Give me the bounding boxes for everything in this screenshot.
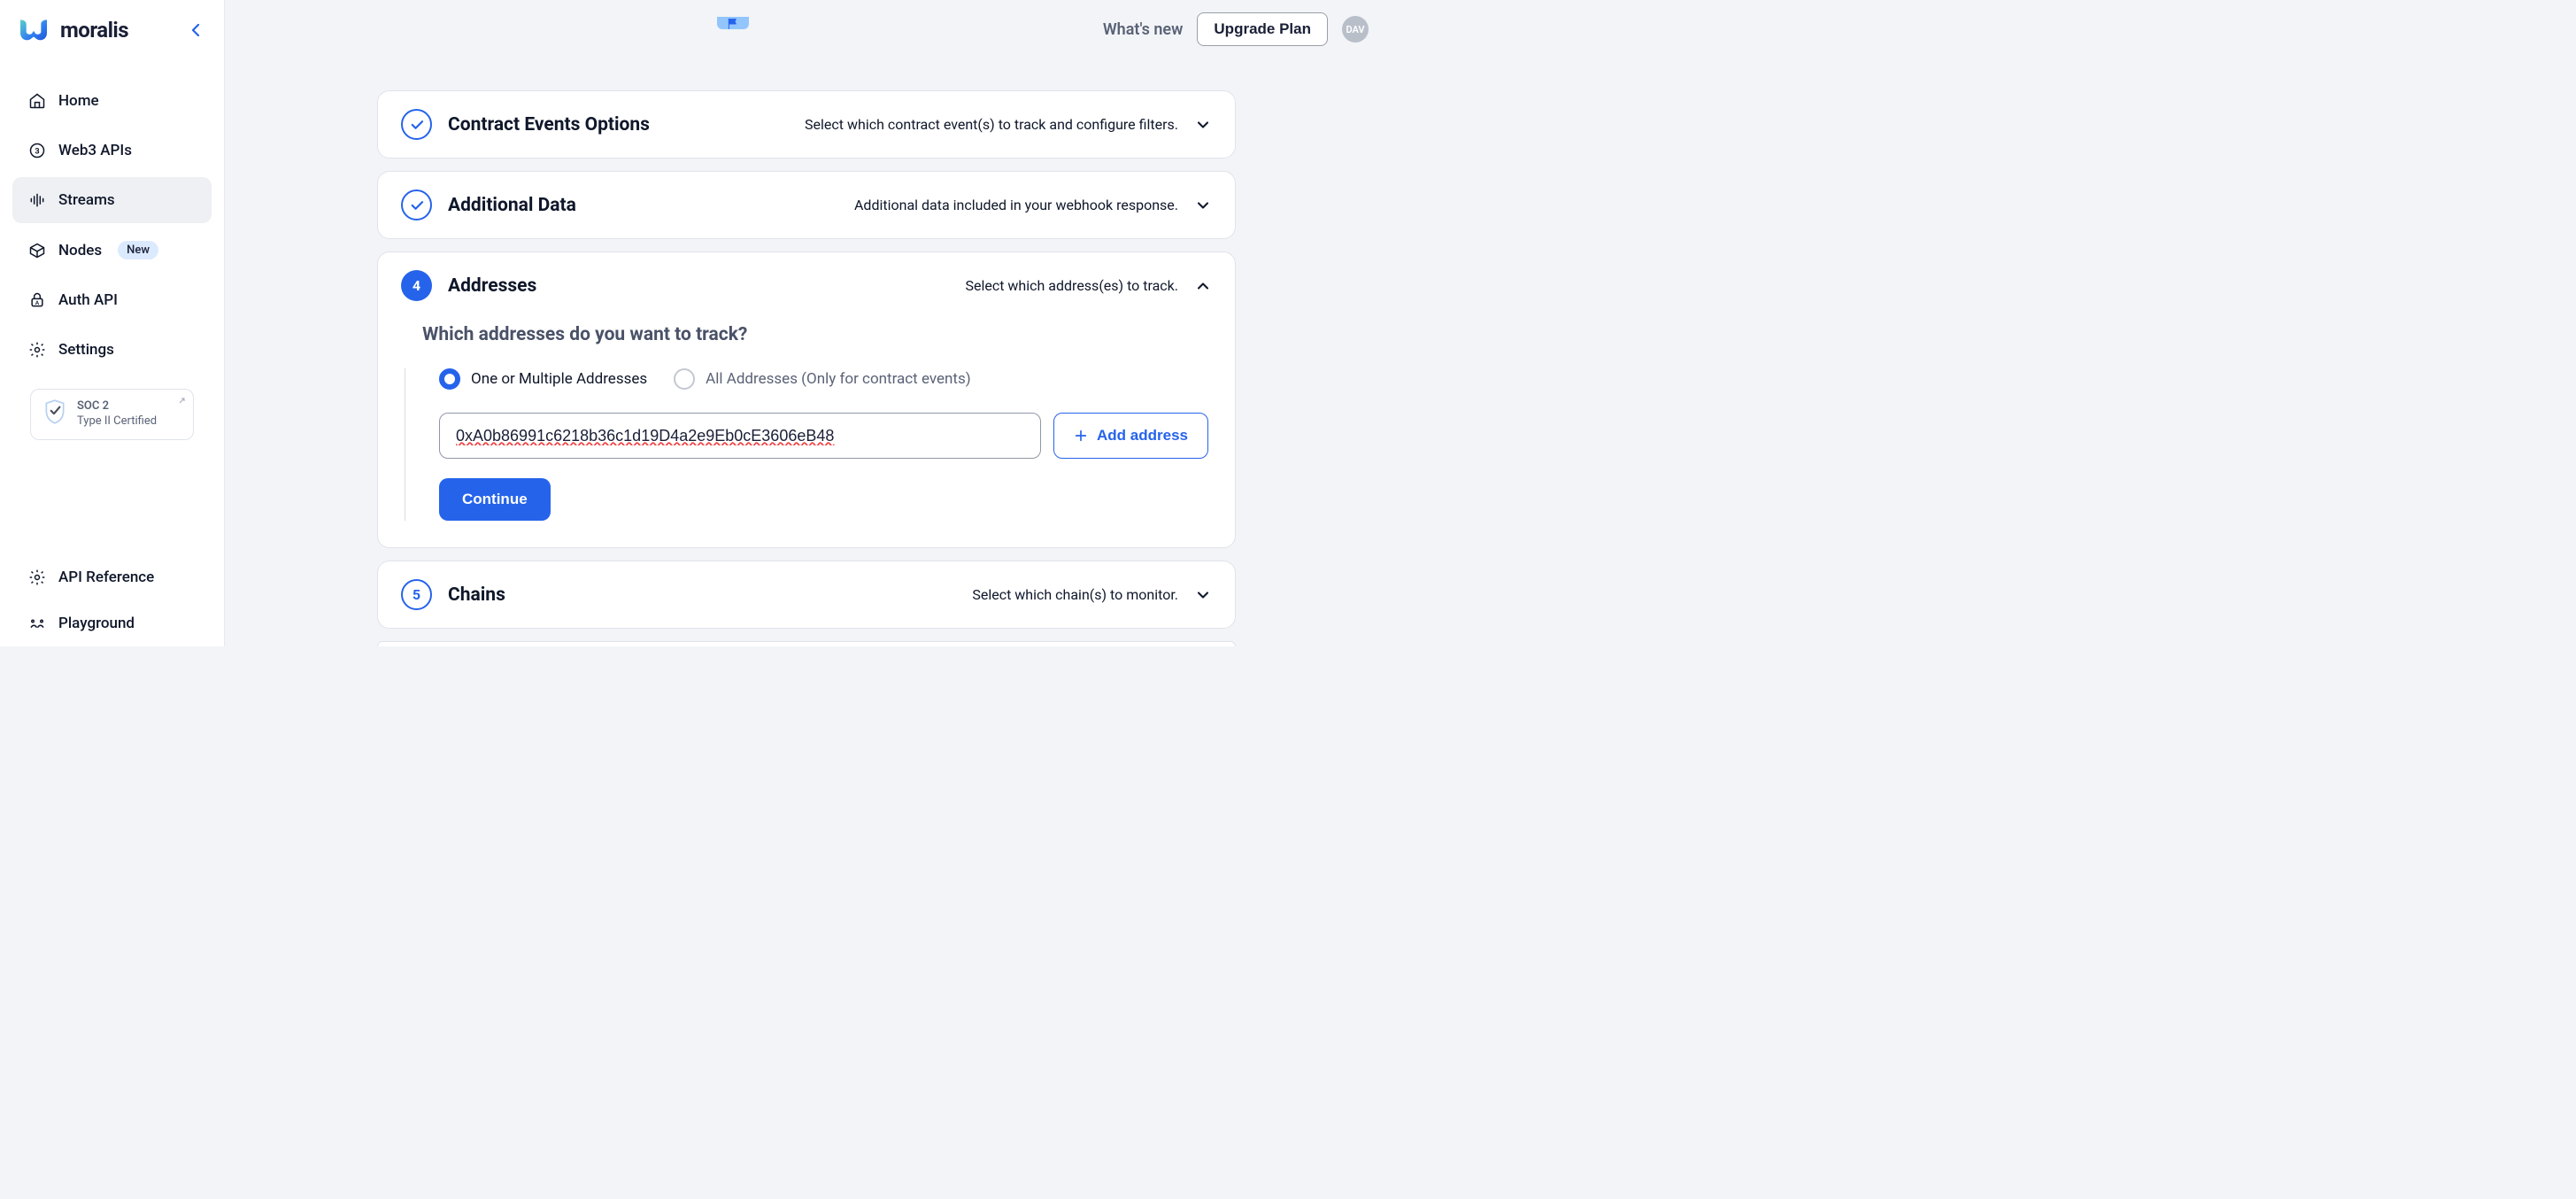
sidebar-item-label: API Reference bbox=[58, 569, 154, 586]
card-title: Contract Events Options bbox=[448, 114, 650, 135]
card-title: Additional Data bbox=[448, 195, 576, 216]
cert-line1: SOC 2 bbox=[77, 399, 157, 414]
continue-button[interactable]: Continue bbox=[439, 478, 551, 521]
chevron-left-icon bbox=[190, 24, 201, 36]
flag-chip[interactable] bbox=[717, 17, 749, 29]
card-hint: Select which chain(s) to monitor. bbox=[972, 586, 1178, 603]
step-number: 5 bbox=[401, 579, 432, 610]
cert-text: SOC 2 Type II Certified bbox=[77, 399, 157, 429]
api-reference-icon bbox=[28, 569, 46, 586]
main: What's new Upgrade Plan DAV Contract Eve… bbox=[225, 0, 1388, 646]
card-header[interactable]: 4 Addresses Select which address(es) to … bbox=[378, 252, 1235, 319]
cert-line2: Type II Certified bbox=[77, 414, 157, 429]
flag-icon bbox=[726, 17, 740, 31]
logo-row: moralis bbox=[0, 16, 224, 66]
sidebar-item-label: Home bbox=[58, 92, 99, 110]
sidebar-item-settings[interactable]: Settings bbox=[12, 327, 212, 373]
addresses-prompt: Which addresses do you want to track? bbox=[422, 324, 1208, 345]
gear-icon bbox=[28, 341, 46, 359]
radio-label: One or Multiple Addresses bbox=[471, 370, 647, 388]
radio-all-addresses[interactable] bbox=[674, 368, 695, 390]
step-done-icon bbox=[401, 109, 432, 140]
card-title: Addresses bbox=[448, 275, 536, 297]
card-hint: Additional data included in your webhook… bbox=[854, 197, 1178, 213]
card-hint: Select which address(es) to track. bbox=[965, 277, 1178, 294]
step-done-icon bbox=[401, 190, 432, 220]
topbar: What's new Upgrade Plan DAV bbox=[225, 0, 1388, 55]
card-header[interactable]: Contract Events Options Select which con… bbox=[378, 91, 1235, 158]
address-input[interactable] bbox=[439, 413, 1041, 459]
card-hint: Select which contract event(s) to track … bbox=[805, 116, 1178, 133]
logo-text: moralis bbox=[60, 18, 128, 43]
check-icon bbox=[409, 197, 425, 213]
whats-new-link[interactable]: What's new bbox=[1103, 20, 1184, 39]
sidebar-bottom-nav: API Reference Playground bbox=[0, 554, 224, 646]
sidebar-item-label: Playground bbox=[58, 615, 135, 632]
nodes-icon bbox=[28, 242, 46, 259]
sidebar-item-nodes[interactable]: Nodes New bbox=[12, 227, 212, 274]
card-title: Chains bbox=[448, 584, 505, 606]
sidebar: moralis Home 3 Web3 APIs Streams bbox=[0, 0, 225, 646]
svg-text:A: A bbox=[35, 299, 40, 306]
sidebar-item-api-reference[interactable]: API Reference bbox=[12, 554, 212, 600]
external-link-icon bbox=[175, 397, 186, 413]
check-icon bbox=[409, 117, 425, 133]
sidebar-item-playground[interactable]: Playground bbox=[12, 600, 212, 646]
card-addresses: 4 Addresses Select which address(es) to … bbox=[377, 251, 1236, 548]
radio-one-or-multiple[interactable] bbox=[439, 368, 460, 390]
sidebar-item-label: Web3 APIs bbox=[58, 142, 132, 159]
sidebar-item-streams[interactable]: Streams bbox=[12, 177, 212, 223]
chevron-down-icon bbox=[1194, 197, 1212, 214]
soc2-cert-card[interactable]: SOC 2 Type II Certified bbox=[30, 389, 194, 440]
card-next-peek bbox=[377, 641, 1236, 646]
card-header[interactable]: 5 Chains Select which chain(s) to monito… bbox=[378, 561, 1235, 628]
sidebar-item-label: Auth API bbox=[58, 291, 118, 309]
content-scroll[interactable]: Contract Events Options Select which con… bbox=[225, 55, 1388, 646]
sidebar-item-label: Nodes bbox=[58, 242, 102, 259]
step-number: 4 bbox=[401, 270, 432, 301]
card-contract-events: Contract Events Options Select which con… bbox=[377, 90, 1236, 159]
home-icon bbox=[28, 92, 46, 110]
card-header[interactable]: Additional Data Additional data included… bbox=[378, 172, 1235, 238]
sidebar-collapse-button[interactable] bbox=[183, 18, 208, 43]
sidebar-item-home[interactable]: Home bbox=[12, 78, 212, 124]
chevron-down-icon bbox=[1194, 116, 1212, 134]
card-body: Which addresses do you want to track? On… bbox=[378, 324, 1235, 547]
shield-check-icon bbox=[43, 398, 66, 430]
card-additional-data: Additional Data Additional data included… bbox=[377, 171, 1236, 239]
chevron-up-icon bbox=[1194, 277, 1212, 295]
chevron-down-icon bbox=[1194, 586, 1212, 604]
new-badge: New bbox=[118, 241, 158, 259]
sidebar-item-label: Settings bbox=[58, 341, 114, 359]
logo-mark-icon bbox=[16, 16, 51, 44]
plus-icon bbox=[1074, 429, 1088, 443]
add-address-button[interactable]: Add address bbox=[1053, 413, 1208, 459]
lock-icon: A bbox=[28, 291, 46, 309]
radio-row: One or Multiple Addresses All Addresses … bbox=[439, 368, 1208, 390]
svg-text:3: 3 bbox=[35, 147, 39, 156]
upgrade-plan-button[interactable]: Upgrade Plan bbox=[1197, 12, 1328, 46]
sidebar-item-web3-apis[interactable]: 3 Web3 APIs bbox=[12, 128, 212, 174]
radio-label: All Addresses (Only for contract events) bbox=[706, 370, 970, 388]
sidebar-item-label: Streams bbox=[58, 191, 115, 209]
avatar[interactable]: DAV bbox=[1342, 16, 1369, 43]
addresses-inner: One or Multiple Addresses All Addresses … bbox=[405, 368, 1208, 521]
logo[interactable]: moralis bbox=[16, 16, 128, 44]
add-address-label: Add address bbox=[1097, 427, 1188, 445]
card-chains: 5 Chains Select which chain(s) to monito… bbox=[377, 561, 1236, 629]
web3-apis-icon: 3 bbox=[28, 142, 46, 159]
playground-icon bbox=[28, 615, 46, 632]
sidebar-item-auth-api[interactable]: A Auth API bbox=[12, 277, 212, 323]
streams-icon bbox=[28, 191, 46, 209]
sidebar-nav: Home 3 Web3 APIs Streams Nodes New A Aut bbox=[0, 66, 224, 373]
address-input-row: Add address bbox=[439, 413, 1208, 459]
